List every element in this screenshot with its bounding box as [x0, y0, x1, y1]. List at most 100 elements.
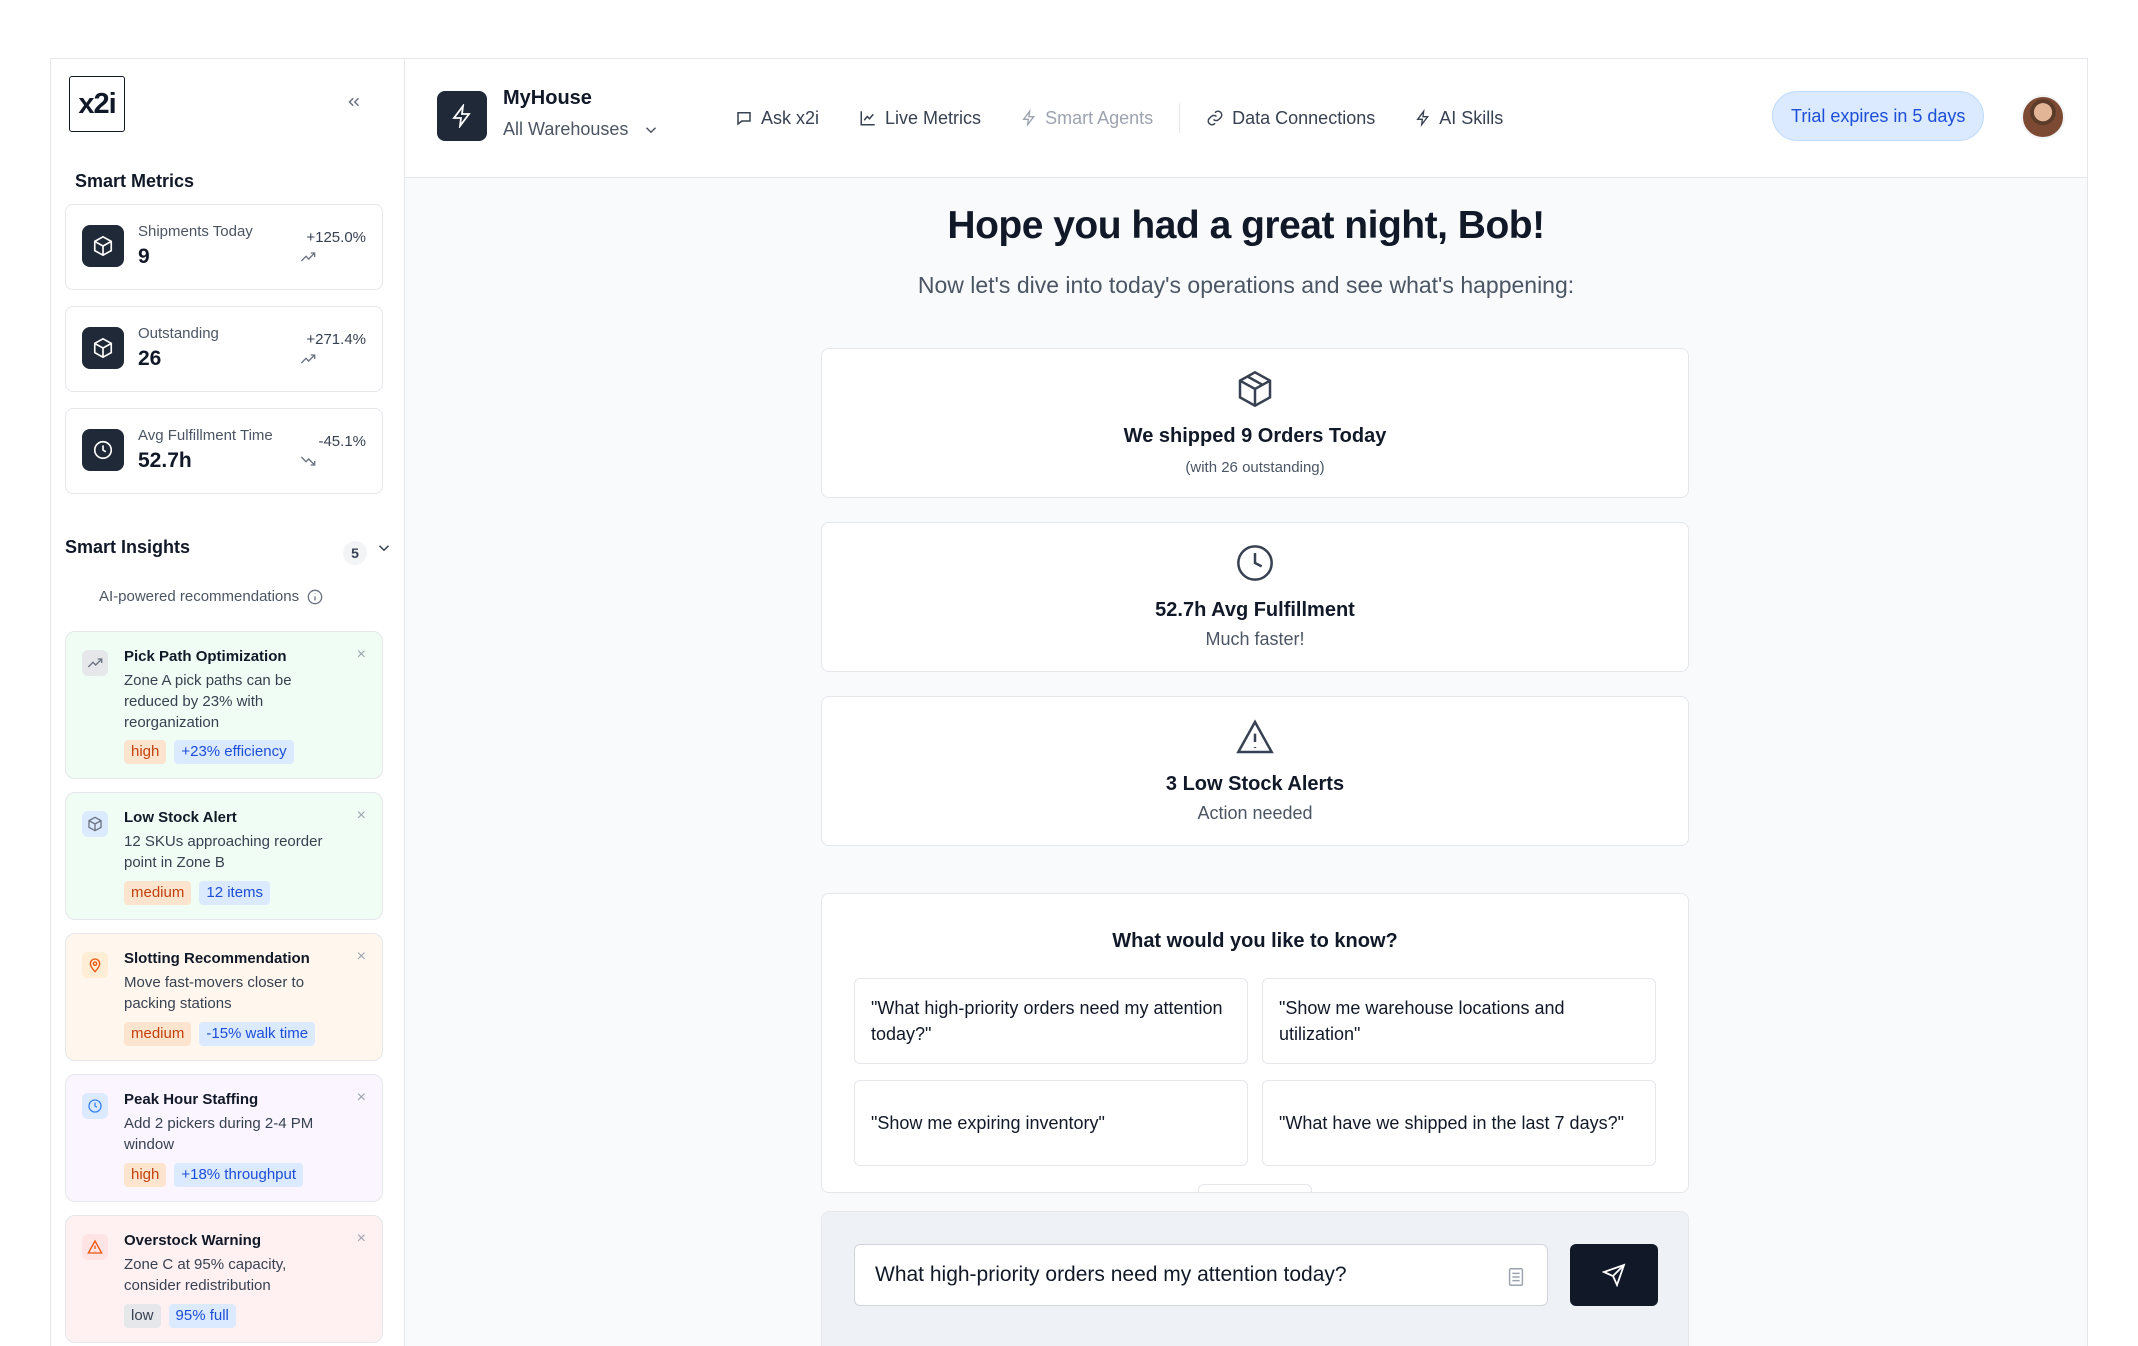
insight-card[interactable]: Low Stock Alert 12 SKUs approaching reor…: [65, 792, 383, 920]
impact-tag: 95% full: [168, 1304, 236, 1328]
close-icon[interactable]: ×: [357, 807, 366, 825]
insight-description: Zone C at 95% capacity, consider redistr…: [124, 1256, 287, 1294]
impact-tag: -15% walk time: [199, 1022, 316, 1046]
metric-value: 9: [138, 245, 150, 268]
priority-tag: medium: [124, 881, 192, 905]
suggestion-button[interactable]: "Show me expiring inventory": [854, 1080, 1248, 1166]
nav-smart-agents[interactable]: Smart Agents: [1021, 108, 1153, 129]
nav-label: AI Skills: [1439, 107, 1504, 128]
trend-up-icon: [300, 251, 316, 266]
impact-tag: +23% efficiency: [174, 740, 294, 764]
chat-composer: What high-priority orders need my attent…: [821, 1211, 1689, 1346]
nav-label: Ask x2i: [761, 107, 820, 128]
metric-label: Outstanding: [138, 325, 219, 342]
box-icon: [82, 327, 124, 369]
nav-ask-x2i[interactable]: Ask x2i: [735, 108, 819, 129]
box-icon: [82, 225, 124, 267]
info-icon: [307, 589, 323, 604]
nav-divider: [1179, 103, 1181, 133]
greeting-subtitle: Now let's dive into today's operations a…: [917, 272, 1575, 298]
chevron-down-icon[interactable]: [375, 539, 393, 562]
nav-live-metrics[interactable]: Live Metrics: [859, 108, 981, 129]
box-icon: [1238, 370, 1272, 408]
suggestion-button[interactable]: "What have we shipped in the last 7 days…: [1262, 1080, 1656, 1166]
warehouse-select[interactable]: All Warehouses: [503, 119, 660, 140]
map-pin-icon: [82, 952, 108, 978]
suggestion-button[interactable]: "Show me warehouse locations and utiliza…: [1262, 978, 1656, 1064]
impact-tag: +18% throughput: [174, 1163, 304, 1187]
trend-up-icon: [300, 353, 316, 368]
stat-title: We shipped 9 Orders Today: [1123, 425, 1387, 447]
stat-title: 52.7h Avg Fulfillment: [1155, 599, 1355, 621]
chart-icon: [860, 111, 875, 126]
insight-description: Add 2 pickers during 2-4 PM window: [124, 1115, 314, 1153]
clock-icon: [1237, 545, 1273, 581]
metric-value: 52.7h: [138, 449, 192, 472]
smart-insights-header[interactable]: Smart Insights 5: [65, 537, 390, 567]
stat-card-shipped[interactable]: We shipped 9 Orders Today (with 26 outst…: [821, 348, 1689, 498]
smart-insights-title: Smart Insights: [65, 537, 191, 557]
close-icon[interactable]: ×: [357, 948, 366, 966]
more-suggestions-peek[interactable]: [1198, 1184, 1312, 1192]
avatar[interactable]: [2021, 95, 2065, 139]
logo: x2i: [69, 76, 125, 132]
stat-card-low-stock[interactable]: 3 Low Stock Alerts Action needed: [821, 696, 1689, 846]
stat-card-fulfillment[interactable]: 52.7h Avg Fulfillment Much faster!: [821, 522, 1689, 672]
document-icon[interactable]: [1505, 1265, 1527, 1295]
priority-tag: low: [124, 1304, 161, 1328]
insight-card[interactable]: Slotting Recommendation Move fast-movers…: [65, 933, 383, 1061]
clock-icon: [82, 1093, 108, 1119]
insight-card[interactable]: Overstock Warning Zone C at 95% capacity…: [65, 1215, 383, 1343]
greeting-title: Hope you had a great night, Bob!: [947, 204, 1545, 247]
stat-subtitle: Action needed: [1197, 803, 1313, 823]
box-icon: [82, 811, 108, 837]
priority-tag: high: [124, 740, 167, 764]
greeting-section: Hope you had a great night, Bob! Now let…: [405, 204, 2087, 299]
collapse-sidebar-button[interactable]: [341, 89, 367, 115]
metric-card-outstanding[interactable]: Outstanding 26 +271.4%: [65, 306, 383, 392]
org-name: MyHouse: [503, 87, 592, 109]
bolt-icon: [1416, 109, 1430, 127]
insight-card[interactable]: Pick Path Optimization Zone A pick paths…: [65, 631, 383, 779]
insight-card[interactable]: Peak Hour Staffing Add 2 pickers during …: [65, 1074, 383, 1202]
suggestion-button[interactable]: "What high-priority orders need my atten…: [854, 978, 1248, 1064]
send-button[interactable]: [1570, 1244, 1658, 1306]
stat-subtitle: Much faster!: [1205, 629, 1305, 649]
close-icon[interactable]: ×: [357, 646, 366, 664]
trial-badge[interactable]: Trial expires in 5 days: [1772, 91, 1985, 141]
metric-card-shipments[interactable]: Shipments Today 9 +125.0%: [65, 204, 383, 290]
trending-icon: [82, 650, 108, 676]
insight-title: Overstock Warning: [124, 1232, 261, 1249]
metric-value: 26: [138, 347, 162, 370]
insight-description: Move fast-movers closer to packing stati…: [124, 974, 305, 1012]
nav-label: Smart Agents: [1045, 107, 1154, 128]
metric-change: +271.4%: [306, 331, 366, 348]
close-icon[interactable]: ×: [357, 1089, 366, 1107]
suggestions-title: What would you like to know?: [1112, 930, 1398, 952]
send-icon: [1602, 1263, 1626, 1287]
metric-change: +125.0%: [306, 229, 366, 246]
nav-label: Live Metrics: [885, 107, 982, 128]
warning-icon: [1236, 719, 1274, 754]
top-bar: MyHouse All Warehouses Ask x2i Live Metr…: [405, 59, 2087, 178]
insight-title: Peak Hour Staffing: [124, 1091, 259, 1108]
metric-label: Avg Fulfillment Time: [138, 427, 273, 444]
bolt-icon: [1022, 109, 1036, 127]
chat-input[interactable]: What high-priority orders need my attent…: [854, 1244, 1548, 1306]
smart-metrics-title: Smart Metrics: [75, 171, 195, 191]
insights-count-badge: 5: [343, 541, 367, 565]
main-nav: Ask x2i Live Metrics Smart Agents Data C…: [735, 103, 1543, 133]
metric-card-fulfillment[interactable]: Avg Fulfillment Time 52.7h -45.1%: [65, 408, 383, 494]
sidebar: x2i Smart Metrics Shipments Today 9 +125…: [51, 59, 405, 1346]
warning-icon: [82, 1234, 108, 1260]
warehouse-select-value: All Warehouses: [503, 119, 629, 139]
chat-input-value: What high-priority orders need my attent…: [875, 1263, 1347, 1286]
stat-subtitle: (with 26 outstanding): [1185, 459, 1325, 476]
nav-label: Data Connections: [1232, 107, 1376, 128]
app-window: x2i Smart Metrics Shipments Today 9 +125…: [50, 58, 2088, 1346]
bolt-icon: [437, 91, 487, 141]
chevron-down-icon: [646, 126, 657, 133]
close-icon[interactable]: ×: [357, 1230, 366, 1248]
nav-ai-skills[interactable]: AI Skills: [1415, 108, 1503, 129]
nav-data-connections[interactable]: Data Connections: [1206, 108, 1375, 129]
